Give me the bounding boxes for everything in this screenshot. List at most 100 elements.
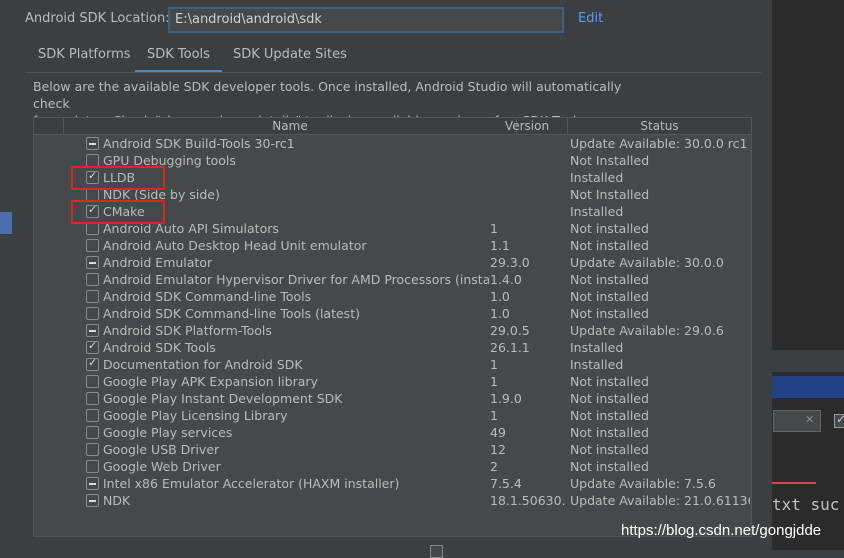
row-checkbox[interactable] [86,239,99,252]
background-editor [772,0,844,550]
row-version: 1.9.0 [490,391,522,406]
row-version: 1.4.0 [490,272,522,287]
row-checkbox[interactable] [86,290,99,303]
row-checkbox[interactable] [86,137,99,150]
row-status: Not installed [570,459,649,474]
highlight-box-lldb [71,166,165,190]
row-version: 1.0 [490,289,510,304]
row-version: 29.0.5 [490,323,530,338]
table-row[interactable]: Android SDK Platform-Tools 29.0.5 Update A… [34,322,751,339]
tab-sdk-platforms[interactable]: SDK Platforms [26,40,143,70]
table-row[interactable]: Android SDK Command-line Tools (latest) 1… [34,305,751,322]
sdk-manager-dialog: Android SDK Location: E:\android\android… [0,0,772,558]
table-row[interactable]: Android Emulator 29.3.0 Update Available: … [34,254,751,271]
row-checkbox[interactable] [86,273,99,286]
row-status: Not installed [570,272,649,287]
row-name: Android SDK Tools [103,340,216,355]
row-checkbox[interactable] [86,460,99,473]
table-row[interactable]: Android SDK Command-line Tools 1.0 Not ins… [34,288,751,305]
table-row[interactable]: Documentation for Android SDK 1 Installed [34,356,751,373]
clear-icon[interactable]: ✕ [805,413,814,426]
row-name: Documentation for Android SDK [103,357,303,372]
row-version: 29.3.0 [490,255,530,270]
table-row[interactable]: Intel x86 Emulator Accelerator (HAXM ins… [34,475,751,492]
tab-sdk-tools[interactable]: SDK Tools [135,40,222,73]
row-status: Installed [570,204,624,219]
row-checkbox[interactable] [86,356,99,371]
tab-sdk-update-sites[interactable]: SDK Update Sites [221,40,359,70]
row-status: Not installed [570,221,649,236]
row-checkbox[interactable] [86,392,99,405]
row-checkbox[interactable] [86,339,99,354]
row-name: Android Auto Desktop Head Unit emulator [103,238,367,253]
table-row[interactable]: NDK 18.1.50630... Update Available: 21.0.6… [34,492,751,509]
column-header-name[interactable]: Name [64,118,517,134]
row-name: Google Play APK Expansion library [103,374,318,389]
row-name: Google Play services [103,425,233,440]
tab-divider [25,72,761,73]
show-package-details-checkbox[interactable] [430,545,443,558]
background-checkbox[interactable] [834,412,844,428]
description-line-1: Below are the available SDK developer to… [33,79,622,111]
row-version: 26.1.1 [490,340,530,355]
row-name: NDK [103,493,131,508]
row-checkbox[interactable] [86,443,99,456]
table-row[interactable]: Android Auto Desktop Head Unit emulator 1… [34,237,751,254]
row-status: Not installed [570,425,649,440]
row-name: Android SDK Command-line Tools [103,289,312,304]
table-row[interactable]: Android SDK Build-Tools 30-rc1 Update Ava… [34,135,751,152]
row-name: Google Play Instant Development SDK [103,391,343,406]
row-version: 1.1 [490,238,510,253]
row-checkbox[interactable] [86,494,99,507]
sdk-location-label: Android SDK Location: [25,11,170,26]
row-name: Google Web Driver [103,459,221,474]
row-checkbox[interactable] [86,426,99,439]
row-checkbox[interactable] [86,256,99,269]
row-version: 49 [490,425,506,440]
row-status: Not installed [570,238,649,253]
table-header: Name Version Status [34,118,751,135]
row-version: 2 [490,459,498,474]
table-row[interactable]: Google USB Driver 12 Not installed [34,441,751,458]
row-status: Not installed [570,408,649,423]
row-checkbox[interactable] [86,375,99,388]
table-row[interactable]: Android Emulator Hypervisor Driver for A… [34,271,751,288]
row-checkbox[interactable] [86,477,99,490]
row-checkbox[interactable] [86,307,99,320]
row-name: Google Play Licensing Library [103,408,288,423]
column-header-status[interactable]: Status [568,118,751,134]
sdk-location-input[interactable]: E:\android\android\sdk [168,7,564,33]
row-status: Not installed [570,442,649,457]
table-row[interactable]: Google Play services 49 Not installed [34,424,751,441]
background-selection-bar [772,376,844,398]
row-status: Installed [570,170,624,185]
table-body: Android SDK Build-Tools 30-rc1 Update Ava… [34,135,751,509]
row-checkbox[interactable] [86,324,99,337]
row-version: 1.0 [490,306,510,321]
row-status: Update Available: 7.5.6 [570,476,716,491]
row-name: Intel x86 Emulator Accelerator (HAXM ins… [103,476,400,491]
watermark: https://blog.csdn.net/gongjdde [621,522,822,539]
table-row[interactable]: Android SDK Tools 26.1.1 Installed [34,339,751,356]
background-code-text: txt suc [772,495,840,514]
highlight-box-cmake [71,200,165,224]
row-name: Android Emulator Hypervisor Driver for A… [103,272,489,287]
row-status: Installed [570,357,624,372]
table-row[interactable]: Google Play APK Expansion library 1 Not in… [34,373,751,390]
row-version: 18.1.50630... [490,493,566,508]
sidebar-selection-marker [0,212,12,234]
row-status: Not installed [570,391,649,406]
row-version: 1 [490,374,498,389]
row-status: Not Installed [570,187,650,202]
row-checkbox[interactable] [86,409,99,422]
row-version: 7.5.4 [490,476,522,491]
row-name: Google USB Driver [103,442,220,457]
row-name: Android SDK Platform-Tools [103,323,272,338]
table-row[interactable]: Google Web Driver 2 Not installed [34,458,751,475]
background-panel [772,350,844,372]
column-header-version[interactable]: Version [487,118,568,134]
edit-link[interactable]: Edit [578,11,603,26]
table-row[interactable]: Google Play Instant Development SDK 1.9.0… [34,390,751,407]
table-row[interactable]: Google Play Licensing Library 1 Not instal… [34,407,751,424]
row-name: Android SDK Build-Tools 30-rc1 [103,136,295,151]
